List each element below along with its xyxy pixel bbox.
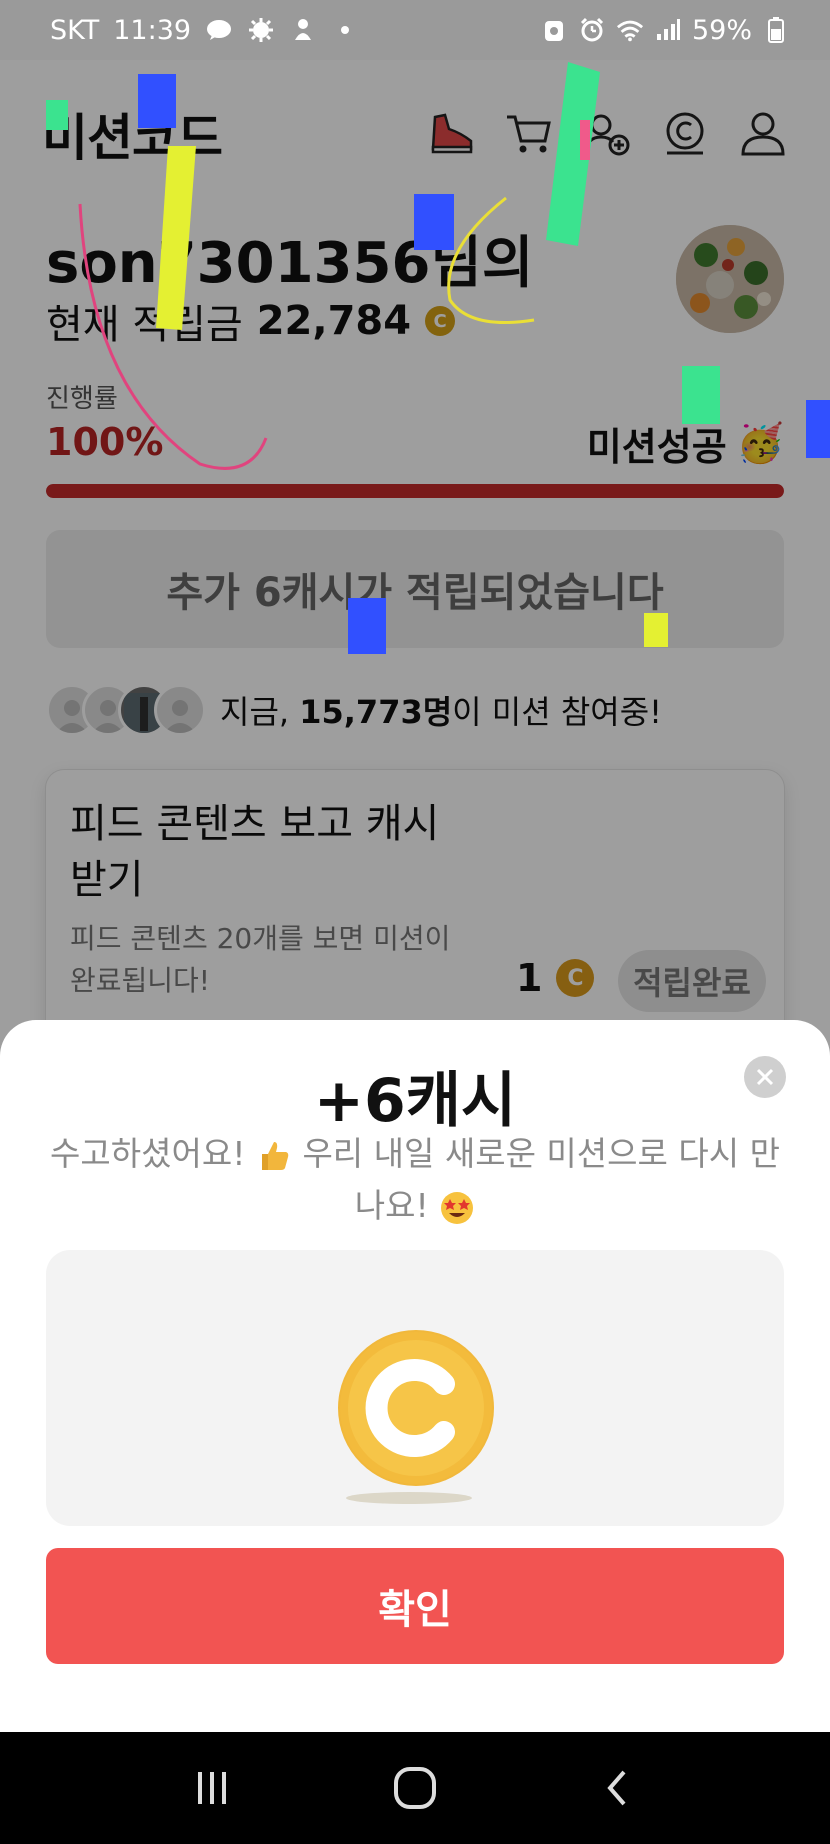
reward-coin-panel [46, 1250, 784, 1526]
chat-bubble-icon [205, 16, 233, 44]
recent-apps-icon [197, 1772, 226, 1804]
reward-message: 수고하셨어요! 우리 내일 새로운 미션으로 다시 만나요! [50, 1134, 780, 1225]
battery-icon [762, 16, 790, 44]
home-icon [393, 1767, 436, 1809]
carrier-label: SKT [50, 14, 100, 46]
big-coin-icon [338, 1330, 494, 1486]
notification-dot-icon [331, 16, 359, 44]
back-icon [607, 1770, 626, 1806]
reward-title: +6캐시 [313, 1066, 517, 1136]
app-notification-icon [289, 16, 317, 44]
battery-percent: 59% [691, 14, 752, 46]
confirm-button[interactable]: 확인 [46, 1548, 784, 1664]
back-button[interactable] [578, 1748, 658, 1828]
thumbs-up-icon [261, 1141, 289, 1170]
close-button[interactable] [744, 1056, 786, 1098]
sun-gear-icon [247, 16, 275, 44]
star-eyes-emoji-icon [441, 1191, 474, 1224]
reward-bottom-sheet: +6캐시 수고하셨어요! 우리 내일 새로운 미션으로 다시 만나요! 확인 [0, 1020, 830, 1732]
confetti-decoration [46, 62, 830, 654]
system-navigation-bar [0, 1732, 830, 1844]
signal-icon [654, 16, 682, 44]
recent-apps-button[interactable] [172, 1748, 252, 1828]
close-icon [756, 1068, 774, 1086]
recycle-icon [540, 16, 568, 44]
alarm-icon [578, 16, 606, 44]
wifi-icon [616, 16, 644, 44]
clock: 11:39 [113, 14, 192, 46]
coin-shadow [346, 1492, 472, 1504]
status-bar: SKT 11:39 59% [0, 0, 830, 60]
home-button[interactable] [375, 1748, 455, 1828]
